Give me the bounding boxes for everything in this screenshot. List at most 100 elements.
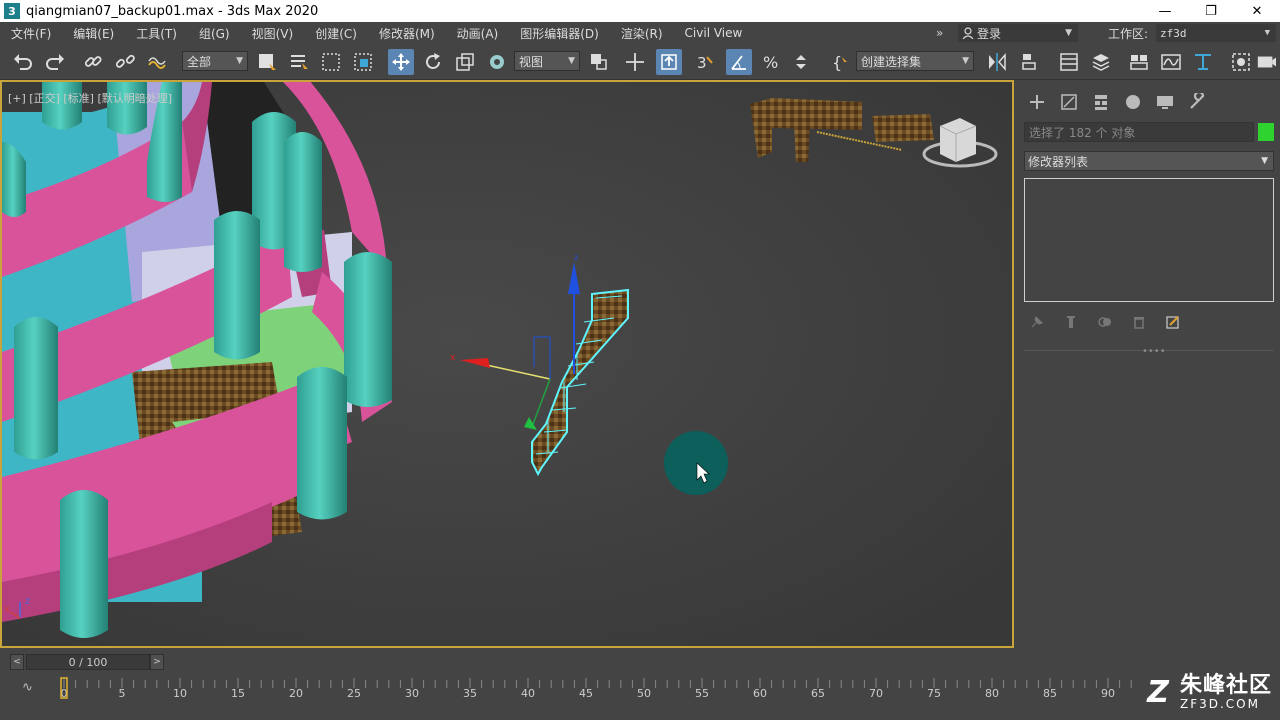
select-and-move-button[interactable]: [388, 49, 414, 75]
object-name-field[interactable]: 选择了 182 个 对象: [1024, 122, 1254, 142]
ruler-tick-label: 30: [405, 687, 419, 700]
time-slider-thumb[interactable]: 0 / 100: [26, 654, 150, 670]
motion-tab[interactable]: [1120, 90, 1146, 114]
selection-filter-dropdown[interactable]: 全部 ▼: [182, 51, 248, 71]
mini-curve-editor-icon[interactable]: ∿: [22, 680, 33, 695]
bind-spacewarp-button[interactable]: [144, 49, 170, 75]
pivot-icon: [591, 54, 607, 70]
edit-named-selection-button[interactable]: {: [828, 49, 854, 75]
select-and-place-button[interactable]: [484, 49, 510, 75]
title-bar: 3 qiangmian07_backup01.max - 3ds Max 202…: [0, 0, 1280, 22]
remove-modifier-button[interactable]: [1128, 312, 1150, 332]
window-crossing-button[interactable]: [350, 49, 376, 75]
layer-explorer-button[interactable]: [1088, 49, 1114, 75]
maximize-button[interactable]: ❐: [1188, 0, 1234, 22]
menu-graph-editors[interactable]: 图形编辑器(D): [509, 25, 610, 42]
render-setup-icon: [1257, 56, 1276, 68]
select-and-rotate-button[interactable]: [420, 49, 446, 75]
percent-snap-button[interactable]: %: [758, 49, 784, 75]
link-button[interactable]: [80, 49, 106, 75]
menu-animation[interactable]: 动画(A): [446, 25, 510, 42]
mirror-icon: [989, 52, 1006, 72]
workspace-select[interactable]: zf3d ▼: [1156, 24, 1276, 42]
modifier-stack[interactable]: [1024, 178, 1274, 302]
ref-coord-dropdown[interactable]: 视图 ▼: [514, 51, 580, 71]
menu-more-button[interactable]: »: [930, 26, 949, 40]
show-end-result-button[interactable]: [1060, 312, 1082, 332]
hierarchy-tab[interactable]: [1088, 90, 1114, 114]
scene-explorer-icon: [1060, 53, 1078, 71]
menu-tools[interactable]: 工具(T): [125, 25, 188, 42]
gizmo-x-label: x: [450, 353, 456, 363]
mirror-button[interactable]: [984, 49, 1010, 75]
window-crossing-icon: [354, 53, 372, 71]
logo-text-en: ZF3D.COM: [1179, 697, 1260, 711]
rect-selection-button[interactable]: [318, 49, 344, 75]
select-manipulate-button[interactable]: [622, 49, 648, 75]
configure-modifier-sets-button[interactable]: [1162, 312, 1184, 332]
menu-rendering[interactable]: 渲染(R): [610, 25, 674, 42]
chevron-down-icon: ▼: [236, 56, 243, 66]
unlink-icon: [115, 54, 135, 68]
chevron-down-icon: ▼: [962, 56, 969, 66]
menu-edit[interactable]: 编辑(E): [62, 25, 125, 42]
cursor-indicator: [664, 431, 728, 495]
pin-stack-button[interactable]: [1026, 312, 1048, 332]
prev-frame-button[interactable]: <: [10, 654, 24, 670]
panel-grip[interactable]: ••••: [1142, 346, 1166, 357]
login-dropdown[interactable]: 登录 ▼: [958, 24, 1078, 42]
main-toolbar: 全部 ▼ 视图 ▼ 3 % { 创建选择集 ▼: [0, 44, 1280, 80]
utilities-tab[interactable]: [1184, 90, 1210, 114]
viewport-label[interactable]: [+] [正交] [标准] [默认明暗处理]: [8, 90, 172, 106]
select-by-name-button[interactable]: [286, 49, 312, 75]
next-frame-button[interactable]: >: [150, 654, 164, 670]
track-bar[interactable]: 0 5 10 15 20 25 30 35 40 45 50 55 60 65 70 75 80 85 90 ∿ Z…: [0, 674, 1280, 720]
ribbon-toggle-button[interactable]: [1126, 49, 1152, 75]
pivot-center-button[interactable]: [586, 49, 612, 75]
undo-button[interactable]: [10, 49, 36, 75]
menu-create[interactable]: 创建(C): [304, 25, 368, 42]
create-tab[interactable]: [1024, 90, 1050, 114]
modify-tab[interactable]: [1056, 90, 1082, 114]
menu-group[interactable]: 组(G): [188, 25, 241, 42]
viewport-scene[interactable]: z x z x: [2, 82, 1012, 646]
viewport-front[interactable]: [+] [正交] [标准] [默认明暗处理] z x z x: [0, 80, 1014, 648]
spinner-snap-button[interactable]: [788, 49, 814, 75]
align-button[interactable]: [1018, 49, 1044, 75]
unlink-button[interactable]: [112, 49, 138, 75]
ruler-tick-label: 50: [637, 687, 651, 700]
menu-file[interactable]: 文件(F): [0, 25, 62, 42]
modifier-list-dropdown[interactable]: 修改器列表 ▼: [1024, 151, 1274, 171]
curve-editor-icon: [1161, 54, 1181, 70]
snaps-toggle-button[interactable]: 3: [692, 49, 718, 75]
make-unique-button[interactable]: [1094, 312, 1116, 332]
rotate-icon: [426, 53, 440, 69]
menu-civil-view[interactable]: Civil View: [674, 26, 754, 40]
named-selection-dropdown[interactable]: 创建选择集 ▼: [856, 51, 974, 71]
close-button[interactable]: ✕: [1234, 0, 1280, 22]
selection-count-text: 选择了 182 个 对象: [1029, 125, 1136, 140]
curve-editor-button[interactable]: [1158, 49, 1184, 75]
material-editor-button[interactable]: [1228, 49, 1254, 75]
select-object-button[interactable]: [254, 49, 280, 75]
ruler-tick-label: 90: [1101, 687, 1115, 700]
show-end-result-icon: [1067, 316, 1075, 328]
schematic-view-button[interactable]: [1190, 49, 1216, 75]
object-color-swatch[interactable]: [1258, 123, 1274, 141]
modifier-list-label: 修改器列表: [1028, 154, 1089, 169]
time-slider[interactable]: < 0 / 100 >: [0, 650, 1280, 674]
redo-button[interactable]: [42, 49, 68, 75]
configure-icon: [1166, 316, 1179, 329]
minimize-button[interactable]: —: [1142, 0, 1188, 22]
watermark-logo: Z 朱峰社区 ZF3D.COM: [1140, 674, 1272, 711]
angle-snap-button[interactable]: [726, 49, 752, 75]
scene-explorer-button[interactable]: [1056, 49, 1082, 75]
menu-views[interactable]: 视图(V): [241, 25, 305, 42]
motion-icon: [1126, 95, 1140, 109]
menu-modifiers[interactable]: 修改器(M): [368, 25, 446, 42]
keyboard-shortcut-button[interactable]: [656, 49, 682, 75]
display-tab[interactable]: [1152, 90, 1178, 114]
render-setup-button[interactable]: [1256, 49, 1276, 75]
track-bar-ruler[interactable]: 0 5 10 15 20 25 30 35 40 45 50 55 60 65 70 75 80 85 90: [0, 674, 1280, 720]
select-and-scale-button[interactable]: [452, 49, 478, 75]
